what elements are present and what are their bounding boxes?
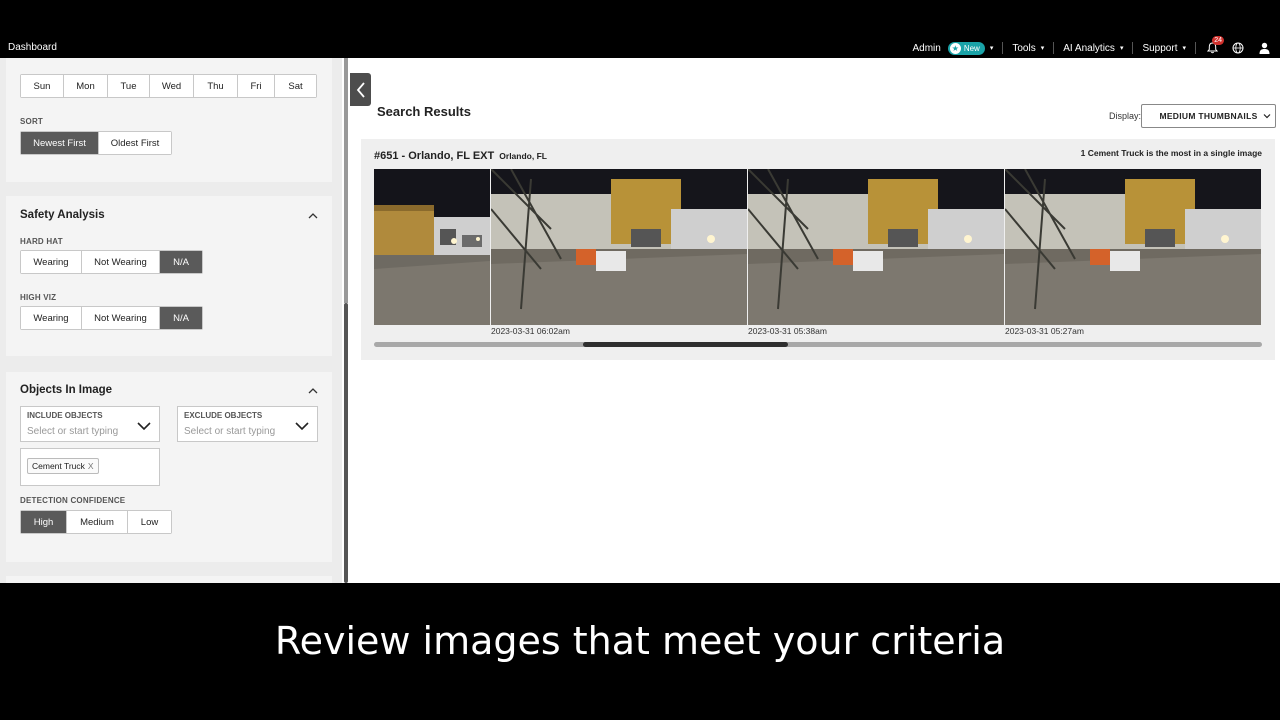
include-objects-dropdown[interactable]: INCLUDE OBJECTS Select or start typing xyxy=(20,406,160,442)
ai-analytics-label: AI Analytics xyxy=(1063,42,1115,54)
day-tue[interactable]: Tue xyxy=(108,75,150,97)
high-viz-wearing[interactable]: Wearing xyxy=(21,307,82,329)
caret-down-icon: ▾ xyxy=(989,45,994,52)
hard-hat-selector: Wearing Not Wearing N/A xyxy=(20,250,203,274)
result-card: #651 - Orlando, FL EXT Orlando, FL 1 Cem… xyxy=(361,139,1275,360)
video-caption: Review images that meet your criteria xyxy=(274,619,1006,663)
ai-analytics-menu[interactable]: AI Analytics ▾ xyxy=(1054,42,1134,54)
filter-sidebar: Sun Mon Tue Wed Thu Fri Sat SORT Newest … xyxy=(0,58,342,583)
safety-analysis-card: Safety Analysis HARD HAT Wearing Not Wea… xyxy=(6,196,332,356)
sort-label: SORT xyxy=(20,117,44,126)
thumbnail-timestamp: 2023-03-31 05:27am xyxy=(1005,326,1084,336)
exclude-objects-dropdown[interactable]: EXCLUDE OBJECTS Select or start typing xyxy=(177,406,318,442)
top-nav: Dashboard Admin ★ New ▾ Tools ▾ AI Analy… xyxy=(0,36,1280,58)
high-viz-not-wearing[interactable]: Not Wearing xyxy=(82,307,160,329)
confidence-high[interactable]: High xyxy=(21,511,67,533)
high-viz-label: HIGH VIZ xyxy=(20,293,57,302)
confidence-selector: High Medium Low xyxy=(20,510,172,534)
thumbnail-timestamp: 2023-03-31 05:38am xyxy=(748,326,827,336)
support-menu[interactable]: Support ▾ xyxy=(1133,42,1196,54)
schedule-card: Sun Mon Tue Wed Thu Fri Sat SORT Newest … xyxy=(6,58,332,182)
notification-count-badge: 24 xyxy=(1212,36,1224,45)
sidebar-scrollbar[interactable] xyxy=(342,58,350,583)
confidence-medium[interactable]: Medium xyxy=(67,511,128,533)
globe-icon xyxy=(1232,42,1244,54)
result-title[interactable]: #651 - Orlando, FL EXT Orlando, FL xyxy=(374,150,547,162)
include-objects-placeholder: Select or start typing xyxy=(27,426,119,437)
new-badge-label: New xyxy=(963,43,980,53)
chevron-down-icon xyxy=(137,422,151,431)
objects-in-image-title: Objects In Image xyxy=(20,384,113,396)
chevron-down-icon xyxy=(1263,114,1271,119)
star-icon: ★ xyxy=(949,42,961,54)
support-label: Support xyxy=(1142,42,1178,54)
new-badge: ★ New xyxy=(947,41,985,55)
user-button[interactable] xyxy=(1254,40,1274,56)
chevron-down-icon xyxy=(295,422,309,431)
thumbnail-scrollbar-thumb[interactable] xyxy=(583,342,788,347)
detection-confidence-label: DETECTION CONFIDENCE xyxy=(20,496,126,505)
thumbnail-timestamp: 2023-03-31 06:02am xyxy=(491,326,570,336)
safety-analysis-title: Safety Analysis xyxy=(20,209,105,221)
dashboard-link[interactable]: Dashboard xyxy=(8,42,57,53)
day-thu[interactable]: Thu xyxy=(194,75,238,97)
tools-label: Tools xyxy=(1012,42,1036,54)
day-fri[interactable]: Fri xyxy=(238,75,275,97)
sort-newest-first[interactable]: Newest First xyxy=(21,132,99,154)
day-mon[interactable]: Mon xyxy=(64,75,108,97)
caret-down-icon: ▾ xyxy=(1119,45,1124,52)
scrollbar-thumb[interactable] xyxy=(344,303,348,583)
include-objects-label: INCLUDE OBJECTS xyxy=(27,411,103,420)
top-nav-right: Admin ★ New ▾ Tools ▾ AI Analytics ▾ Sup… xyxy=(903,36,1274,56)
confidence-low[interactable]: Low xyxy=(128,511,171,533)
collapse-sidebar-button[interactable] xyxy=(350,73,371,106)
thumbnail-image[interactable] xyxy=(491,169,747,325)
result-location: Orlando, FL xyxy=(499,151,547,161)
hard-hat-label: HARD HAT xyxy=(20,237,63,246)
tools-menu[interactable]: Tools ▾ xyxy=(1003,42,1055,54)
objects-in-image-card: Objects In Image INCLUDE OBJECTS Select … xyxy=(6,372,332,562)
high-viz-na[interactable]: N/A xyxy=(160,307,202,329)
display-mode-value: MEDIUM THUMBNAILS xyxy=(1159,111,1258,121)
object-tag-label: Cement Truck xyxy=(32,461,85,471)
thumbnail-scrollbar[interactable] xyxy=(374,342,1262,347)
day-selector: Sun Mon Tue Wed Thu Fri Sat xyxy=(20,74,317,98)
high-viz-selector: Wearing Not Wearing N/A xyxy=(20,306,203,330)
display-mode-select[interactable]: MEDIUM THUMBNAILS xyxy=(1141,104,1276,128)
admin-menu[interactable]: Admin ★ New ▾ xyxy=(903,41,1004,55)
object-tag: Cement Truck X xyxy=(27,458,99,474)
selected-objects-box[interactable]: Cement Truck X xyxy=(20,448,160,486)
notifications-button[interactable]: 24 xyxy=(1202,36,1224,56)
user-icon xyxy=(1259,42,1269,54)
sort-selector: Newest First Oldest First xyxy=(20,131,172,155)
display-label: Display: xyxy=(1109,111,1142,121)
app-root: Dashboard Admin ★ New ▾ Tools ▾ AI Analy… xyxy=(0,0,1280,720)
hard-hat-na[interactable]: N/A xyxy=(160,251,202,273)
day-wed[interactable]: Wed xyxy=(150,75,194,97)
thumbnail-image[interactable] xyxy=(748,169,1004,325)
page-title: Search Results xyxy=(377,104,471,119)
caret-down-icon: ▾ xyxy=(1182,45,1186,52)
day-sat[interactable]: Sat xyxy=(275,75,316,97)
exclude-objects-placeholder: Select or start typing xyxy=(184,426,276,437)
thumbnail-image[interactable] xyxy=(374,169,490,325)
sort-oldest-first[interactable]: Oldest First xyxy=(99,132,171,154)
chevron-up-icon[interactable] xyxy=(308,386,318,396)
thumbnail-image[interactable] xyxy=(1005,169,1261,325)
admin-label: Admin xyxy=(912,42,941,54)
day-sun[interactable]: Sun xyxy=(21,75,64,97)
hard-hat-wearing[interactable]: Wearing xyxy=(21,251,82,273)
hard-hat-not-wearing[interactable]: Not Wearing xyxy=(82,251,160,273)
exclude-objects-label: EXCLUDE OBJECTS xyxy=(184,411,263,420)
remove-tag-button[interactable]: X xyxy=(88,461,94,471)
result-camera-name: #651 - Orlando, FL EXT xyxy=(374,150,495,162)
language-button[interactable] xyxy=(1228,40,1248,56)
result-summary-note: 1 Cement Truck is the most in a single i… xyxy=(1080,148,1262,158)
chevron-left-icon xyxy=(356,81,365,98)
chevron-up-icon[interactable] xyxy=(308,211,318,221)
caret-down-icon: ▾ xyxy=(1040,45,1045,52)
scrollbar-track xyxy=(344,58,348,303)
next-card-edge xyxy=(6,576,332,583)
